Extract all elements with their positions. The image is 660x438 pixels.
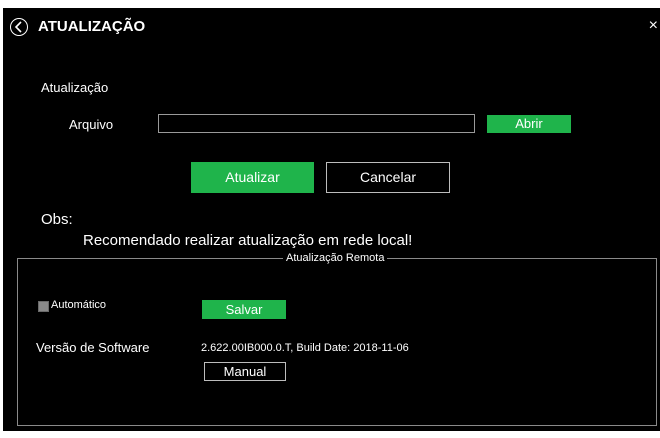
remote-update-group: Atualização Remota Automático Salvar Ver… — [17, 251, 657, 426]
back-icon[interactable] — [10, 18, 28, 36]
note-label: Obs: — [41, 211, 73, 228]
file-label: Arquivo — [69, 117, 114, 132]
note-text: Recomendado realizar atualização em rede… — [83, 232, 413, 249]
auto-update-label: Automático — [51, 299, 107, 311]
dialog-title: ATUALIZAÇÃO — [38, 18, 146, 35]
auto-update-checkbox[interactable] — [38, 301, 49, 312]
update-section-label: Atualização — [41, 80, 109, 95]
software-version-value: 2.622.00IB000.0.T, Build Date: 2018-11-0… — [201, 342, 409, 354]
update-button[interactable]: Atualizar — [191, 162, 314, 193]
file-path-field[interactable] — [158, 114, 475, 133]
save-button[interactable]: Salvar — [202, 300, 286, 319]
remote-update-legend: Atualização Remota — [283, 251, 388, 265]
update-dialog: ATUALIZAÇÃO × Atualização Arquivo Abrir … — [3, 8, 660, 431]
software-version-label: Versão de Software — [36, 340, 150, 355]
close-icon[interactable]: × — [649, 17, 658, 35]
open-file-button[interactable]: Abrir — [487, 115, 571, 133]
manual-update-button[interactable]: Manual — [204, 362, 286, 381]
cancel-button[interactable]: Cancelar — [326, 162, 450, 193]
